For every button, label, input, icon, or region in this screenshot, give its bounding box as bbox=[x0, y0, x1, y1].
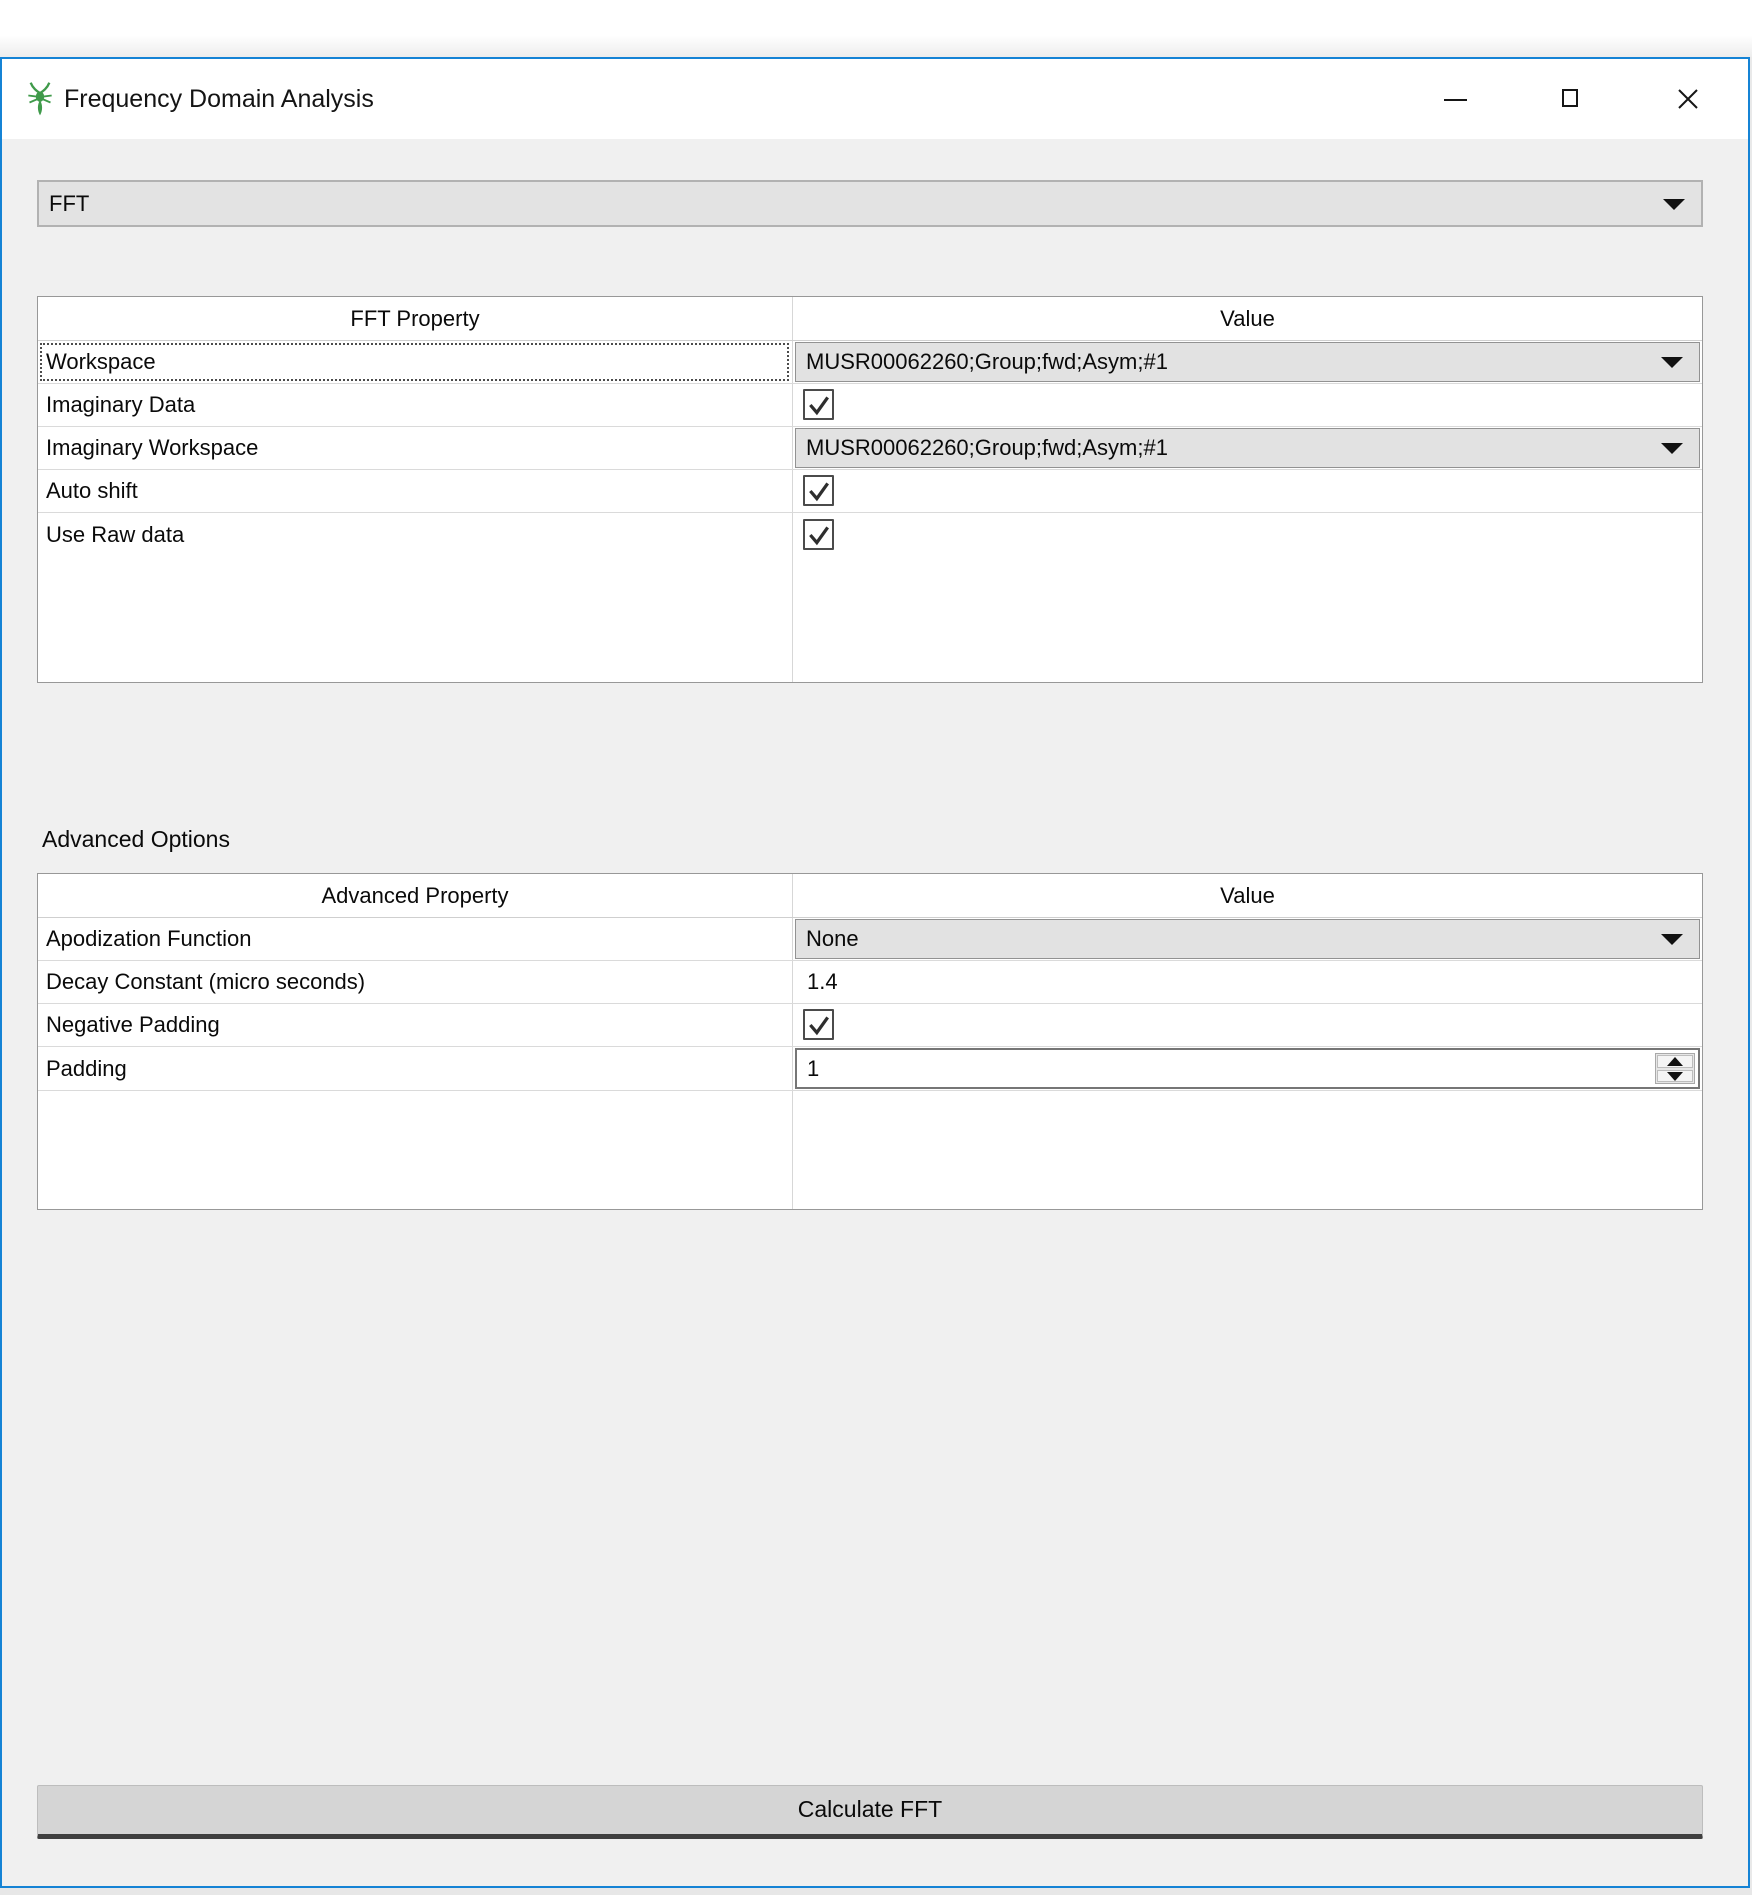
advanced-value-header: Value bbox=[793, 874, 1702, 918]
table-row-apodization-function: Apodization Function None bbox=[38, 918, 1702, 961]
triangle-up-icon bbox=[1667, 1057, 1683, 1066]
property-cell-imaginary-workspace[interactable]: Imaginary Workspace bbox=[38, 427, 792, 469]
advanced-property-header: Advanced Property bbox=[38, 874, 792, 918]
maximize-button[interactable] bbox=[1536, 59, 1606, 139]
minimize-button[interactable] bbox=[1420, 59, 1490, 139]
checkmark-icon bbox=[806, 1012, 832, 1038]
checkmark-icon bbox=[806, 478, 832, 504]
padding-value: 1 bbox=[807, 1050, 819, 1087]
calculate-fft-button[interactable]: Calculate FFT bbox=[37, 1785, 1703, 1839]
value-cell-apodization-function: None bbox=[793, 918, 1702, 960]
padding-spinbox[interactable]: 1 bbox=[795, 1048, 1700, 1089]
table-row-decay-constant: Decay Constant (micro seconds) 1.4 bbox=[38, 961, 1702, 1004]
apodization-function-dropdown-value: None bbox=[806, 920, 859, 958]
maximize-icon bbox=[1562, 89, 1578, 107]
imaginary-data-checkbox[interactable] bbox=[803, 389, 834, 420]
table-row-auto-shift: Auto shift bbox=[38, 470, 1702, 513]
table-row-negative-padding: Negative Padding bbox=[38, 1004, 1702, 1047]
value-cell-use-raw-data bbox=[793, 513, 1702, 556]
auto-shift-checkbox[interactable] bbox=[803, 475, 834, 506]
advanced-options-label: Advanced Options bbox=[42, 826, 230, 853]
property-cell-auto-shift[interactable]: Auto shift bbox=[38, 470, 792, 512]
analysis-mode-dropdown[interactable]: FFT bbox=[37, 180, 1703, 227]
window-content: FFT FFT Property Value Workspace MUSR000… bbox=[2, 139, 1748, 1886]
mantid-logo-icon bbox=[26, 81, 54, 117]
workspace-dropdown[interactable]: MUSR00062260;Group;fwd;Asym;#1 bbox=[795, 342, 1700, 382]
close-icon bbox=[1676, 87, 1700, 111]
fft-property-header: FFT Property bbox=[38, 297, 792, 341]
chevron-down-icon bbox=[1661, 443, 1683, 454]
chevron-down-icon bbox=[1663, 199, 1685, 210]
chevron-down-icon bbox=[1661, 357, 1683, 368]
imaginary-workspace-dropdown-value: MUSR00062260;Group;fwd;Asym;#1 bbox=[806, 429, 1168, 467]
value-cell-workspace: MUSR00062260;Group;fwd;Asym;#1 bbox=[793, 341, 1702, 383]
table-row-padding: Padding 1 bbox=[38, 1047, 1702, 1091]
fft-property-table: FFT Property Value Workspace MUSR0006226… bbox=[37, 296, 1703, 683]
value-cell-auto-shift bbox=[793, 470, 1702, 512]
spin-up-button[interactable] bbox=[1657, 1055, 1693, 1068]
table-row-imaginary-workspace: Imaginary Workspace MUSR00062260;Group;f… bbox=[38, 427, 1702, 470]
table-row-workspace: Workspace MUSR00062260;Group;fwd;Asym;#1 bbox=[38, 341, 1702, 384]
background-above-window bbox=[0, 0, 1752, 57]
workspace-dropdown-value: MUSR00062260;Group;fwd;Asym;#1 bbox=[806, 343, 1168, 381]
minimize-icon bbox=[1444, 99, 1467, 101]
apodization-function-dropdown[interactable]: None bbox=[795, 919, 1700, 959]
frequency-domain-analysis-window: Frequency Domain Analysis FFT FFT Proper… bbox=[0, 57, 1750, 1888]
padding-spinner-buttons bbox=[1655, 1053, 1695, 1084]
analysis-mode-value: FFT bbox=[49, 182, 89, 225]
imaginary-workspace-dropdown[interactable]: MUSR00062260;Group;fwd;Asym;#1 bbox=[795, 428, 1700, 468]
window-title: Frequency Domain Analysis bbox=[64, 59, 374, 139]
checkmark-icon bbox=[806, 392, 832, 418]
chevron-down-icon bbox=[1661, 934, 1683, 945]
property-cell-use-raw-data[interactable]: Use Raw data bbox=[38, 513, 792, 556]
checkmark-icon bbox=[806, 522, 832, 548]
property-cell-decay-constant[interactable]: Decay Constant (micro seconds) bbox=[38, 961, 792, 1003]
use-raw-data-checkbox[interactable] bbox=[803, 519, 834, 550]
value-cell-imaginary-workspace: MUSR00062260;Group;fwd;Asym;#1 bbox=[793, 427, 1702, 469]
decay-constant-value: 1.4 bbox=[807, 961, 838, 1003]
value-cell-decay-constant[interactable]: 1.4 bbox=[793, 961, 1702, 1003]
value-cell-padding: 1 bbox=[793, 1047, 1702, 1090]
property-cell-workspace[interactable]: Workspace bbox=[38, 341, 792, 383]
property-cell-apodization-function[interactable]: Apodization Function bbox=[38, 918, 792, 960]
property-cell-padding[interactable]: Padding bbox=[38, 1047, 792, 1090]
table-row-use-raw-data: Use Raw data bbox=[38, 513, 1702, 556]
advanced-table-header: Advanced Property Value bbox=[38, 874, 1702, 918]
spin-down-button[interactable] bbox=[1657, 1070, 1693, 1083]
value-cell-imaginary-data bbox=[793, 384, 1702, 426]
triangle-down-icon bbox=[1667, 1072, 1683, 1081]
negative-padding-checkbox[interactable] bbox=[803, 1009, 834, 1040]
table-row-imaginary-data: Imaginary Data bbox=[38, 384, 1702, 427]
property-cell-imaginary-data[interactable]: Imaginary Data bbox=[38, 384, 792, 426]
fft-table-header: FFT Property Value bbox=[38, 297, 1702, 341]
close-button[interactable] bbox=[1654, 59, 1724, 139]
property-cell-negative-padding[interactable]: Negative Padding bbox=[38, 1004, 792, 1046]
background-below-window bbox=[0, 1888, 1752, 1895]
value-cell-negative-padding bbox=[793, 1004, 1702, 1046]
fft-value-header: Value bbox=[793, 297, 1702, 341]
advanced-property-table: Advanced Property Value Apodization Func… bbox=[37, 873, 1703, 1210]
titlebar: Frequency Domain Analysis bbox=[2, 59, 1748, 139]
